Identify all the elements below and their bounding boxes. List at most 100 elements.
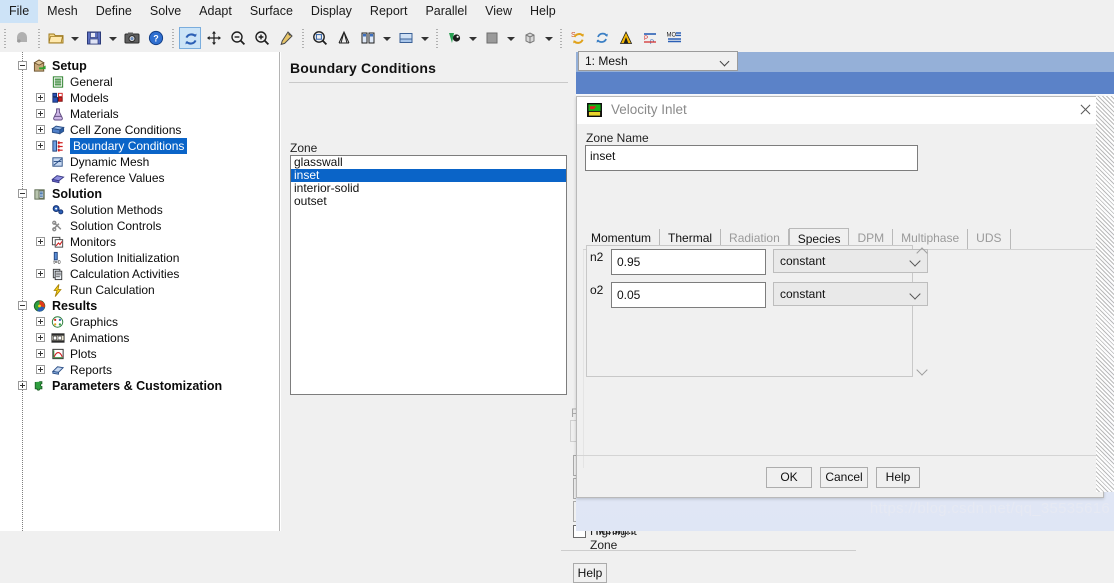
- expand-icon[interactable]: [36, 141, 45, 150]
- bc-help-button[interactable]: Help: [573, 563, 607, 583]
- scaled-residuals-icon: S: [571, 32, 584, 44]
- expand-icon[interactable]: [36, 93, 45, 102]
- navigation-tree[interactable]: Setup General Models Materials Cell Zone Con…: [0, 52, 280, 531]
- tree-item-run-calculation[interactable]: Run Calculation: [0, 282, 279, 298]
- tree-item-reference-values[interactable]: Reference Values: [0, 170, 279, 186]
- expand-icon[interactable]: [36, 237, 45, 246]
- scene-dropdown-arrow[interactable]: [418, 27, 431, 49]
- menu-item-define[interactable]: Define: [87, 0, 141, 23]
- tree-item-boundary-conditions[interactable]: Boundary Conditions: [0, 138, 279, 154]
- expand-icon[interactable]: [18, 381, 27, 390]
- tree-item-results[interactable]: Results: [0, 298, 279, 314]
- tree-item-parameters-customization[interactable]: Parameters & Customization: [0, 378, 279, 394]
- menu-item-solve[interactable]: Solve: [141, 0, 190, 23]
- collapse-icon[interactable]: [18, 189, 27, 198]
- menu-item-parallel[interactable]: Parallel: [416, 0, 476, 23]
- help-button[interactable]: ?: [145, 27, 167, 49]
- tree-item-graphics[interactable]: Graphics: [0, 314, 279, 330]
- menu-item-report[interactable]: Report: [361, 0, 417, 23]
- menu-item-mesh[interactable]: Mesh: [38, 0, 87, 23]
- expand-icon[interactable]: [36, 365, 45, 374]
- scene-button[interactable]: [395, 27, 417, 49]
- expand-icon[interactable]: [36, 317, 45, 326]
- collapse-icon[interactable]: [18, 61, 27, 70]
- views-button[interactable]: [519, 27, 541, 49]
- pressure-monitor-button[interactable]: P P: [639, 27, 661, 49]
- species-method-combo[interactable]: constant: [773, 249, 928, 273]
- display-mesh-toolbar-button[interactable]: [333, 27, 355, 49]
- tree-item-plots[interactable]: Plots: [0, 346, 279, 362]
- tree-item-general[interactable]: General: [0, 74, 279, 90]
- zoom-in-button[interactable]: [251, 27, 273, 49]
- tree-item-models[interactable]: Models: [0, 90, 279, 106]
- zone-list[interactable]: glasswall inset interior-solid outset: [290, 155, 567, 395]
- scaled-residuals-button[interactable]: S: [567, 27, 589, 49]
- species-value-input[interactable]: 0.05: [611, 282, 766, 308]
- tree-item-solution-methods[interactable]: Solution Methods: [0, 202, 279, 218]
- zone-list-item[interactable]: glasswall: [291, 156, 566, 169]
- zone-list-item[interactable]: outset: [291, 195, 566, 208]
- stop-button[interactable]: [11, 27, 33, 49]
- zoom-out-button[interactable]: [227, 27, 249, 49]
- save-picture-button[interactable]: [121, 27, 143, 49]
- tree-item-setup[interactable]: Setup: [0, 58, 279, 74]
- menu-item-display[interactable]: Display: [302, 0, 361, 23]
- colormap-button[interactable]: [481, 27, 503, 49]
- tree-item-cell-zone-conditions[interactable]: Cell Zone Conditions: [0, 122, 279, 138]
- write-file-button[interactable]: [83, 27, 105, 49]
- lights-button[interactable]: [443, 27, 465, 49]
- zone-name-input[interactable]: inset: [585, 145, 918, 171]
- tree-item-calculation-activities[interactable]: Calculation Activities: [0, 266, 279, 282]
- collapse-icon[interactable]: [18, 301, 27, 310]
- mesh-selector-combo[interactable]: 1: Mesh: [578, 51, 738, 71]
- probe-button[interactable]: [275, 27, 297, 49]
- convergence-button[interactable]: [615, 27, 637, 49]
- contours-dropdown-arrow[interactable]: [380, 27, 393, 49]
- close-icon[interactable]: [1075, 100, 1097, 120]
- tree-item-solution[interactable]: Solution: [0, 186, 279, 202]
- expand-icon[interactable]: [36, 125, 45, 134]
- iterate-button[interactable]: [591, 27, 613, 49]
- expand-icon[interactable]: [36, 349, 45, 358]
- scroll-down-icon[interactable]: [917, 366, 928, 374]
- tab-uds[interactable]: UDS: [968, 229, 1011, 249]
- menu-item-file[interactable]: File: [0, 0, 39, 23]
- write-file-dropdown-arrow[interactable]: [106, 27, 119, 49]
- lights-dropdown-arrow[interactable]: [466, 27, 479, 49]
- tree-item-solution-controls[interactable]: Solution Controls: [0, 218, 279, 234]
- cancel-button[interactable]: Cancel: [820, 467, 868, 488]
- menu-item-surface[interactable]: Surface: [241, 0, 302, 23]
- species-value-input[interactable]: 0.95: [611, 249, 766, 275]
- expand-icon[interactable]: [36, 333, 45, 342]
- menu-item-adapt[interactable]: Adapt: [190, 0, 241, 23]
- zone-list-item[interactable]: interior-solid: [291, 182, 566, 195]
- contours-button[interactable]: [357, 27, 379, 49]
- tree-item-solution-initialization[interactable]: t=0 Solution Initialization: [0, 250, 279, 266]
- species-method-combo[interactable]: constant: [773, 282, 928, 306]
- tree-item-dynamic-mesh[interactable]: Dynamic Mesh: [0, 154, 279, 170]
- tree-item-reports[interactable]: Reports: [0, 362, 279, 378]
- ok-button[interactable]: OK: [766, 467, 812, 488]
- monitors-icon: [51, 236, 64, 248]
- expand-icon[interactable]: [36, 269, 45, 278]
- monitors-button[interactable]: MO: [663, 27, 685, 49]
- menu-item-view[interactable]: View: [476, 0, 521, 23]
- menu-item-help[interactable]: Help: [521, 0, 565, 23]
- dialog-help-button[interactable]: Help: [876, 467, 920, 488]
- read-file-button[interactable]: [45, 27, 67, 49]
- scroll-up-icon[interactable]: [917, 249, 928, 257]
- tree-item-animations[interactable]: Animations: [0, 330, 279, 346]
- pan-view-button[interactable]: [203, 27, 225, 49]
- colormap-dropdown-arrow[interactable]: [504, 27, 517, 49]
- fit-to-window-button[interactable]: [309, 27, 331, 49]
- species-scroll-controls[interactable]: [914, 245, 932, 380]
- views-dropdown-arrow[interactable]: [542, 27, 555, 49]
- tree-item-materials[interactable]: Materials: [0, 106, 279, 122]
- graphics-vertical-scrollbar[interactable]: [1096, 96, 1114, 492]
- calculation-activities-icon: [52, 268, 63, 281]
- expand-icon[interactable]: [36, 109, 45, 118]
- tree-item-monitors[interactable]: Monitors: [0, 234, 279, 250]
- read-file-dropdown-arrow[interactable]: [68, 27, 81, 49]
- rotate-view-button[interactable]: [179, 27, 201, 49]
- open-folder-icon: [48, 33, 64, 44]
